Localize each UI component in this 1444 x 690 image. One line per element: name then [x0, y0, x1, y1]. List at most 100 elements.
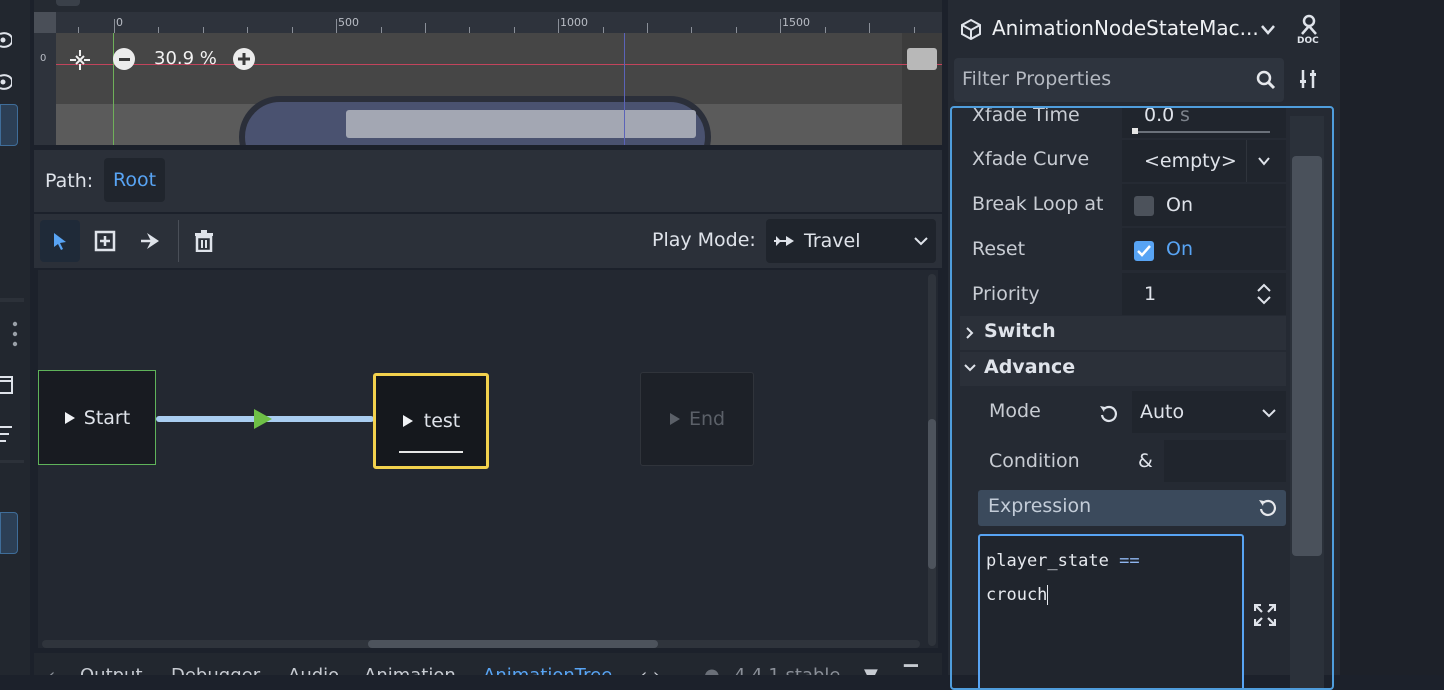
- slider-grabber[interactable]: [1132, 128, 1138, 134]
- xfade-time-field[interactable]: 0.0 s: [1122, 108, 1286, 138]
- xfade-curve-value: <empty>: [1144, 150, 1237, 172]
- path-label: Path:: [45, 170, 94, 192]
- tabs-left-arrow-icon[interactable]: ‹: [48, 665, 55, 675]
- filter-properties-input[interactable]: Filter Properties: [954, 58, 1284, 102]
- state-machine-graph[interactable]: Start test End: [38, 270, 938, 648]
- canvas-scrollbar-thumb[interactable]: [907, 48, 937, 70]
- play-mode-select[interactable]: Travel: [766, 219, 936, 263]
- horizontal-ruler: 0 500 1000 1500: [34, 0, 942, 33]
- revert-icon[interactable]: [1099, 404, 1119, 424]
- scrollbar-thumb[interactable]: [928, 419, 936, 569]
- ruler-label: 500: [338, 16, 359, 29]
- zoom-level[interactable]: 30.9 %: [154, 48, 217, 69]
- break-loop-field[interactable]: On: [1122, 184, 1286, 226]
- end-node[interactable]: End: [640, 372, 754, 466]
- scrollbar-thumb[interactable]: [1292, 156, 1322, 556]
- svg-text:DOC: DOC: [1297, 36, 1319, 44]
- expand-panel-icon[interactable]: ▔: [904, 665, 918, 675]
- y-axis-line: [113, 33, 114, 145]
- search-icon: [1256, 70, 1276, 90]
- doc-icon[interactable]: DOC: [1296, 14, 1322, 44]
- break-loop-checkbox[interactable]: [1134, 196, 1154, 216]
- tab-animation-tree[interactable]: AnimationTree: [483, 665, 612, 675]
- reset-label: Reset: [972, 238, 1026, 260]
- create-node-button[interactable]: [85, 220, 125, 262]
- tab-debugger[interactable]: Debugger: [171, 665, 260, 675]
- zoom-in-button[interactable]: [233, 48, 255, 70]
- node-progress-line: [399, 451, 463, 453]
- ruler-label: 0: [40, 53, 47, 64]
- expression-operator: ==: [1119, 551, 1140, 571]
- condition-prefix: &: [1138, 450, 1153, 472]
- filter-list-icon[interactable]: [0, 422, 14, 446]
- tools-icon[interactable]: [1298, 68, 1320, 90]
- xfade-time-unit: s: [1180, 106, 1190, 126]
- pin-icon[interactable]: ▼: [864, 665, 878, 675]
- state-machine-toolbar: Play Mode: Travel: [34, 214, 942, 268]
- scrollbar-thumb[interactable]: [368, 640, 658, 648]
- transition-arrow-icon[interactable]: [252, 407, 274, 431]
- revert-icon[interactable]: [1258, 498, 1278, 518]
- play-mode-label: Play Mode:: [652, 229, 756, 251]
- transition-icon: [141, 233, 159, 249]
- tab-output[interactable]: Output: [80, 665, 143, 675]
- filter-placeholder: Filter Properties: [962, 68, 1112, 90]
- canvas-selection-rect[interactable]: [346, 110, 696, 138]
- zoom-out-button[interactable]: [113, 48, 135, 70]
- left-panel-button[interactable]: [0, 104, 18, 146]
- break-loop-label: Break Loop at: [972, 193, 1104, 215]
- play-icon: [669, 413, 680, 425]
- reset-field[interactable]: On: [1122, 228, 1286, 270]
- graph-horizontal-scrollbar[interactable]: [42, 640, 920, 648]
- delete-button[interactable]: [184, 220, 224, 262]
- checkmark-icon: [1137, 245, 1151, 257]
- object-name[interactable]: AnimationNodeStateMac...: [992, 16, 1259, 40]
- reset-checkbox[interactable]: [1134, 241, 1154, 261]
- path-root-button[interactable]: Root: [104, 158, 166, 202]
- condition-input[interactable]: [1164, 440, 1286, 482]
- expression-header[interactable]: Expression: [978, 490, 1286, 526]
- select-tool-button[interactable]: [40, 220, 80, 262]
- travel-icon: [774, 236, 794, 246]
- panel-icon[interactable]: [0, 374, 14, 396]
- section-switch-label: Switch: [984, 320, 1056, 342]
- left-panel-separator: [0, 298, 24, 302]
- chevron-right-icon: [966, 327, 974, 339]
- graph-vertical-scrollbar[interactable]: [928, 274, 936, 646]
- right-dock-gutter: [1340, 0, 1444, 675]
- visibility-eye-icon[interactable]: [0, 30, 14, 50]
- left-panel-button[interactable]: [0, 512, 18, 554]
- play-mode-value: Travel: [804, 230, 861, 252]
- spinner-arrows-icon[interactable]: [1256, 283, 1272, 305]
- connect-tool-button[interactable]: [130, 220, 170, 262]
- tab-audio[interactable]: Audio: [288, 665, 339, 675]
- visibility-eye-icon[interactable]: [0, 72, 14, 92]
- drag-handle-icon[interactable]: [12, 320, 18, 348]
- section-switch[interactable]: Switch: [960, 316, 1286, 350]
- mode-label: Mode: [989, 400, 1041, 422]
- center-view-icon[interactable]: [68, 49, 92, 71]
- canvas-viewport[interactable]: 0 500 1000 1500 0 30.9 %: [34, 0, 942, 145]
- vertical-ruler: 0: [34, 33, 56, 145]
- tabs-right-arrow-icon[interactable]: ‹ ›: [640, 665, 660, 675]
- priority-field[interactable]: 1: [1122, 273, 1286, 315]
- chevron-down-icon: [964, 364, 976, 372]
- test-node[interactable]: test: [373, 373, 489, 469]
- chevron-down-icon[interactable]: [1260, 24, 1276, 36]
- expression-label: Expression: [988, 495, 1092, 517]
- mode-select[interactable]: Auto: [1132, 391, 1286, 433]
- ruler-label: 0: [116, 16, 123, 29]
- expression-editor[interactable]: player_state == crouch: [978, 534, 1244, 688]
- start-node[interactable]: Start: [38, 370, 156, 465]
- left-panel-separator: [0, 460, 24, 463]
- resource-cube-icon: [961, 18, 981, 40]
- xfade-time-slider[interactable]: [1134, 131, 1270, 133]
- expand-editor-icon[interactable]: [1254, 604, 1276, 626]
- xfade-curve-field[interactable]: <empty>: [1122, 140, 1286, 182]
- inspector-scrollbar[interactable]: [1290, 116, 1324, 688]
- version-label: 4.4.1.stable: [734, 665, 841, 675]
- section-advance[interactable]: Advance: [960, 352, 1286, 386]
- tab-animation[interactable]: Animation: [364, 665, 456, 675]
- break-loop-value: On: [1166, 194, 1193, 216]
- reset-value: On: [1166, 238, 1193, 260]
